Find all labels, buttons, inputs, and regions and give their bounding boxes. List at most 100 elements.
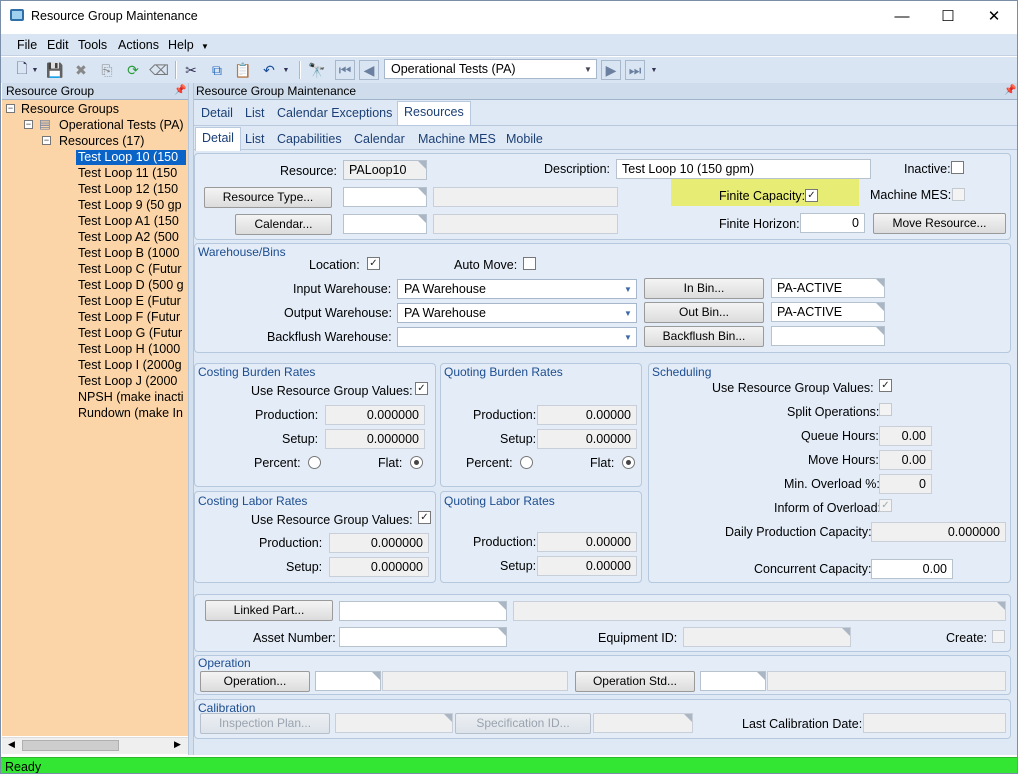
- tree-item[interactable]: Test Loop 12 (150: [78, 182, 178, 197]
- resource-type-button[interactable]: Resource Type...: [204, 187, 332, 208]
- paste-icon[interactable]: 📋: [233, 60, 253, 80]
- menu-edit[interactable]: Edit: [47, 38, 69, 52]
- inform-overload-checkbox[interactable]: ✓: [879, 499, 892, 512]
- out-bin-field[interactable]: PA-ACTIVE: [771, 302, 885, 322]
- maximize-button[interactable]: ☐: [925, 1, 971, 31]
- quoting-burden-production-field[interactable]: 0.00000: [537, 405, 637, 425]
- auto-move-checkbox[interactable]: [523, 257, 536, 270]
- operation-std-button[interactable]: Operation Std...: [575, 671, 695, 692]
- create-checkbox[interactable]: [992, 630, 1005, 643]
- move-resource-button[interactable]: Move Resource...: [873, 213, 1006, 234]
- menu-tools[interactable]: Tools: [78, 38, 107, 52]
- scroll-right-icon[interactable]: ▶: [174, 739, 181, 750]
- delete-icon[interactable]: ✖: [71, 60, 91, 80]
- collapse-icon[interactable]: −: [24, 120, 33, 129]
- quoting-labor-production-field[interactable]: 0.00000: [537, 532, 637, 552]
- output-warehouse-select[interactable]: PA Warehouse ▼: [397, 303, 637, 323]
- collapse-icon[interactable]: −: [42, 136, 51, 145]
- company-selector[interactable]: Operational Tests (PA) ▼: [384, 59, 597, 79]
- subtab-machine-mes[interactable]: Machine MES: [418, 132, 496, 146]
- save-icon[interactable]: 💾: [45, 60, 65, 80]
- tree-item[interactable]: Test Loop D (500 g: [78, 278, 184, 293]
- last-calibration-field[interactable]: [863, 713, 1006, 733]
- quoting-burden-flat-radio[interactable]: [622, 456, 635, 469]
- subtab-mobile[interactable]: Mobile: [506, 132, 543, 146]
- tree-item[interactable]: Test Loop F (Futur: [78, 310, 180, 325]
- finite-capacity-checkbox[interactable]: ✓: [805, 189, 818, 202]
- tree-folder[interactable]: Resources (17): [59, 134, 144, 149]
- in-bin-button[interactable]: In Bin...: [644, 278, 764, 299]
- quoting-burden-percent-radio[interactable]: [520, 456, 533, 469]
- menu-file[interactable]: File: [17, 38, 37, 52]
- next-record-icon[interactable]: ▶: [601, 60, 621, 80]
- clear-icon[interactable]: ⌫: [149, 60, 169, 80]
- undo-dropdown-icon[interactable]: ▼: [281, 60, 291, 80]
- tree-item[interactable]: Test Loop 11 (150: [78, 166, 177, 181]
- move-hours-field[interactable]: 0.00: [879, 450, 932, 470]
- menu-overflow-icon[interactable]: ▼: [201, 42, 209, 51]
- calendar-button[interactable]: Calendar...: [235, 214, 332, 235]
- tree-item[interactable]: Test Loop H (1000: [78, 342, 180, 357]
- linked-part-button[interactable]: Linked Part...: [205, 600, 333, 621]
- refresh-icon[interactable]: ⟳: [123, 60, 143, 80]
- concurrent-capacity-field[interactable]: 0.00: [871, 559, 953, 579]
- tab-list[interactable]: List: [245, 106, 264, 120]
- attach-icon[interactable]: ⎘: [97, 60, 117, 80]
- tree-item[interactable]: Test Loop B (1000: [78, 246, 179, 261]
- tab-calendar-exceptions[interactable]: Calendar Exceptions: [277, 106, 392, 120]
- tree-group[interactable]: Operational Tests (PA): [59, 118, 184, 133]
- backflush-bin-button[interactable]: Backflush Bin...: [644, 326, 764, 347]
- costing-labor-setup-field[interactable]: 0.000000: [329, 557, 429, 577]
- tree-item[interactable]: Test Loop C (Futur: [78, 262, 182, 277]
- costing-burden-flat-radio[interactable]: [410, 456, 423, 469]
- location-checkbox[interactable]: ✓: [367, 257, 380, 270]
- tree-item[interactable]: NPSH (make inacti: [78, 390, 184, 405]
- tree-item-selected[interactable]: Test Loop 10 (150: [76, 150, 186, 165]
- scroll-left-icon[interactable]: ◀: [8, 739, 15, 750]
- input-warehouse-select[interactable]: PA Warehouse ▼: [397, 279, 637, 299]
- cut-icon[interactable]: ✂: [181, 60, 201, 80]
- pin-icon[interactable]: 📌: [1004, 85, 1016, 96]
- last-record-icon[interactable]: ⏭: [625, 60, 645, 80]
- min-overload-field[interactable]: 0: [879, 474, 932, 494]
- tree-root[interactable]: Resource Groups: [21, 102, 119, 117]
- first-record-icon[interactable]: ⏮: [335, 60, 355, 80]
- backflush-warehouse-select[interactable]: ▼: [397, 327, 637, 347]
- operation-std-field[interactable]: [700, 671, 766, 691]
- costing-burden-use-checkbox[interactable]: ✓: [415, 382, 428, 395]
- operation-field[interactable]: [315, 671, 381, 691]
- equipment-id-field[interactable]: [683, 627, 851, 647]
- out-bin-button[interactable]: Out Bin...: [644, 302, 764, 323]
- minimize-button[interactable]: —: [879, 1, 925, 31]
- undo-icon[interactable]: ↶: [259, 60, 279, 80]
- backflush-bin-field[interactable]: [771, 326, 885, 346]
- costing-burden-percent-radio[interactable]: [308, 456, 321, 469]
- resource-field[interactable]: PALoop10: [343, 160, 427, 180]
- specification-id-field[interactable]: [593, 713, 693, 733]
- costing-burden-production-field[interactable]: 0.000000: [325, 405, 425, 425]
- tree-item[interactable]: Test Loop E (Futur: [78, 294, 181, 309]
- costing-burden-setup-field[interactable]: 0.000000: [325, 429, 425, 449]
- daily-capacity-field[interactable]: 0.000000: [871, 522, 1006, 542]
- tree-item[interactable]: Test Loop A2 (500: [78, 230, 179, 245]
- in-bin-field[interactable]: PA-ACTIVE: [771, 278, 885, 298]
- copy-icon[interactable]: ⧉: [207, 60, 227, 80]
- tree-item[interactable]: Test Loop G (Futur: [78, 326, 182, 341]
- quoting-labor-setup-field[interactable]: 0.00000: [537, 556, 637, 576]
- search-icon[interactable]: 🔭: [307, 60, 327, 80]
- description-field[interactable]: Test Loop 10 (150 gpm): [616, 159, 871, 179]
- tree-horizontal-scrollbar[interactable]: ◀ ▶: [2, 737, 188, 754]
- operation-button[interactable]: Operation...: [200, 671, 310, 692]
- pin-icon[interactable]: 📌: [174, 85, 186, 96]
- scroll-thumb[interactable]: [22, 740, 119, 751]
- tree-item[interactable]: Test Loop 9 (50 gp: [78, 198, 182, 213]
- tab-resources[interactable]: Resources: [397, 101, 471, 125]
- inspection-plan-field[interactable]: [335, 713, 453, 733]
- costing-labor-use-checkbox[interactable]: ✓: [418, 511, 431, 524]
- split-operations-checkbox[interactable]: [879, 403, 892, 416]
- resource-type-field[interactable]: [343, 187, 427, 207]
- queue-hours-field[interactable]: 0.00: [879, 426, 932, 446]
- menu-actions[interactable]: Actions: [118, 38, 159, 52]
- collapse-icon[interactable]: −: [6, 104, 15, 113]
- costing-labor-production-field[interactable]: 0.000000: [329, 533, 429, 553]
